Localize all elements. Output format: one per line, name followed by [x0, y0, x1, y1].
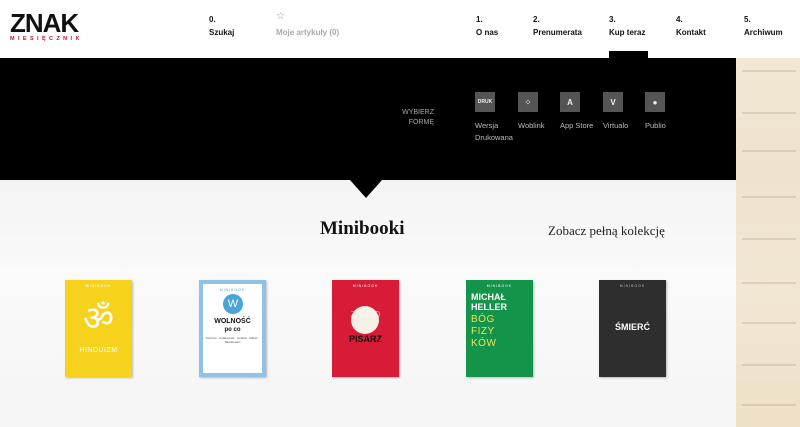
star-icon: ☆: [276, 11, 285, 22]
book-title: BÓG FIZY KÓW: [471, 314, 496, 350]
option-label: Virtualo: [603, 121, 629, 130]
nav-archive[interactable]: 5. Archiwum: [744, 13, 783, 39]
w-circle-icon: W: [223, 294, 243, 314]
book-author-line: MICHAŁ: [471, 292, 506, 302]
nav-label: Kup teraz: [609, 28, 646, 37]
book-title: ŚMIERĆ: [614, 322, 650, 332]
logo[interactable]: ZNAK MIESIĘCZNIK: [10, 8, 83, 42]
option-woblink[interactable]: ⁘ Woblink: [518, 92, 564, 132]
nav-number: 4.: [676, 15, 683, 24]
option-print[interactable]: DRUK Wersja Drukowana: [475, 92, 521, 144]
book-cover-god-of-physicists[interactable]: MINIBOOK MICHAŁ HELLER BÓG FIZY KÓW: [466, 280, 533, 377]
book-series: MINIBOOK: [85, 284, 112, 288]
book-title: HINDUIZM: [79, 347, 118, 354]
nav-label: Szukaj: [209, 28, 235, 37]
logo-sub-text: MIESIĘCZNIK: [10, 36, 83, 42]
publio-icon: ●: [645, 92, 665, 112]
book-cover-writer[interactable]: MINIBOOK ZAWÓD PISARZ: [332, 280, 399, 377]
site-header: ZNAK MIESIĘCZNIK 0. Szukaj ☆ Moje artyku…: [0, 0, 800, 58]
book-title-line: BÓG: [471, 314, 495, 325]
option-label: Woblink: [518, 121, 545, 130]
option-virtualo[interactable]: V Virtualo: [603, 92, 649, 132]
book-title-line: FIZY: [471, 326, 495, 337]
book-title: WOLNOŚĆ po co: [203, 318, 262, 334]
nav-buy-now[interactable]: 3. Kup teraz: [609, 13, 645, 39]
nav-my-articles[interactable]: Moje artykuły (0): [276, 26, 339, 39]
book-series: MINIBOOK: [352, 284, 379, 288]
book-cover-hinduism[interactable]: MINIBOOK ॐ HINDUIZM: [65, 280, 132, 377]
option-publio[interactable]: ● Publio: [645, 92, 691, 132]
book-cover-freedom[interactable]: MINIBOOK W WOLNOŚĆ po co Tischner · Koła…: [199, 280, 266, 377]
section-title: Minibooki: [320, 218, 405, 239]
nav-label: O nas: [476, 28, 499, 37]
app-store-icon: A: [560, 92, 580, 112]
option-label-line: Drukowana: [475, 133, 513, 142]
nav-number: 0.: [209, 15, 216, 24]
nav-label: Moje artykuły (0): [276, 28, 340, 37]
nav-number: 2.: [533, 15, 540, 24]
see-full-collection-link[interactable]: Zobacz pełną kolekcję: [548, 223, 665, 239]
book-cover-death[interactable]: MINIBOOK ŚMIERĆ: [599, 280, 666, 377]
option-label: App Store: [560, 121, 594, 130]
virtualo-icon: V: [603, 92, 623, 112]
book-title-line: KÓW: [471, 338, 497, 349]
nav-subscription[interactable]: 2. Prenumerata: [533, 13, 582, 39]
nav-label: Prenumerata: [533, 28, 582, 37]
book-title-prefix: ZAWÓD: [350, 310, 381, 319]
active-tab-indicator: [609, 51, 648, 58]
print-icon: DRUK: [475, 92, 495, 112]
choose-line-2: FORMĘ: [408, 119, 434, 126]
book-title: PISARZ: [348, 334, 382, 344]
nav-number: 5.: [744, 15, 751, 24]
nav-about[interactable]: 1. O nas: [476, 13, 498, 39]
logo-main-text: ZNAK: [10, 8, 79, 38]
panel-pointer: [350, 180, 382, 198]
book-author-line: HELLER: [471, 302, 507, 312]
nav-number: 1.: [476, 15, 483, 24]
nav-label: Kontakt: [676, 28, 706, 37]
paper-background: [736, 0, 800, 427]
nav-number: 3.: [609, 15, 616, 24]
nav-label: Archiwum: [744, 28, 783, 37]
woblink-icon: ⁘: [518, 92, 538, 112]
choose-line-1: WYBIERZ: [402, 109, 434, 116]
book-series: MINIBOOK: [486, 284, 513, 288]
om-symbol-icon: ॐ: [82, 299, 114, 339]
book-title-line: WOLNOŚĆ: [214, 318, 251, 325]
option-label: Publio: [645, 121, 666, 130]
nav-search[interactable]: 0. Szukaj: [209, 13, 234, 39]
option-label: Wersja Drukowana: [475, 120, 521, 144]
book-authors: Tischner · Kołakowski · Jedlicki · Miłos…: [205, 336, 260, 344]
book-series: MINIBOOK: [219, 288, 246, 292]
option-label-line: Wersja: [475, 121, 499, 130]
book-author: MICHAŁ HELLER: [471, 292, 507, 312]
book-series: MINIBOOK: [619, 284, 646, 288]
book-title-line: po co: [224, 327, 241, 333]
nav-contact[interactable]: 4. Kontakt: [676, 13, 706, 39]
choose-format-label: WYBIERZ FORMĘ: [398, 108, 434, 128]
option-app-store[interactable]: A App Store: [560, 92, 606, 132]
